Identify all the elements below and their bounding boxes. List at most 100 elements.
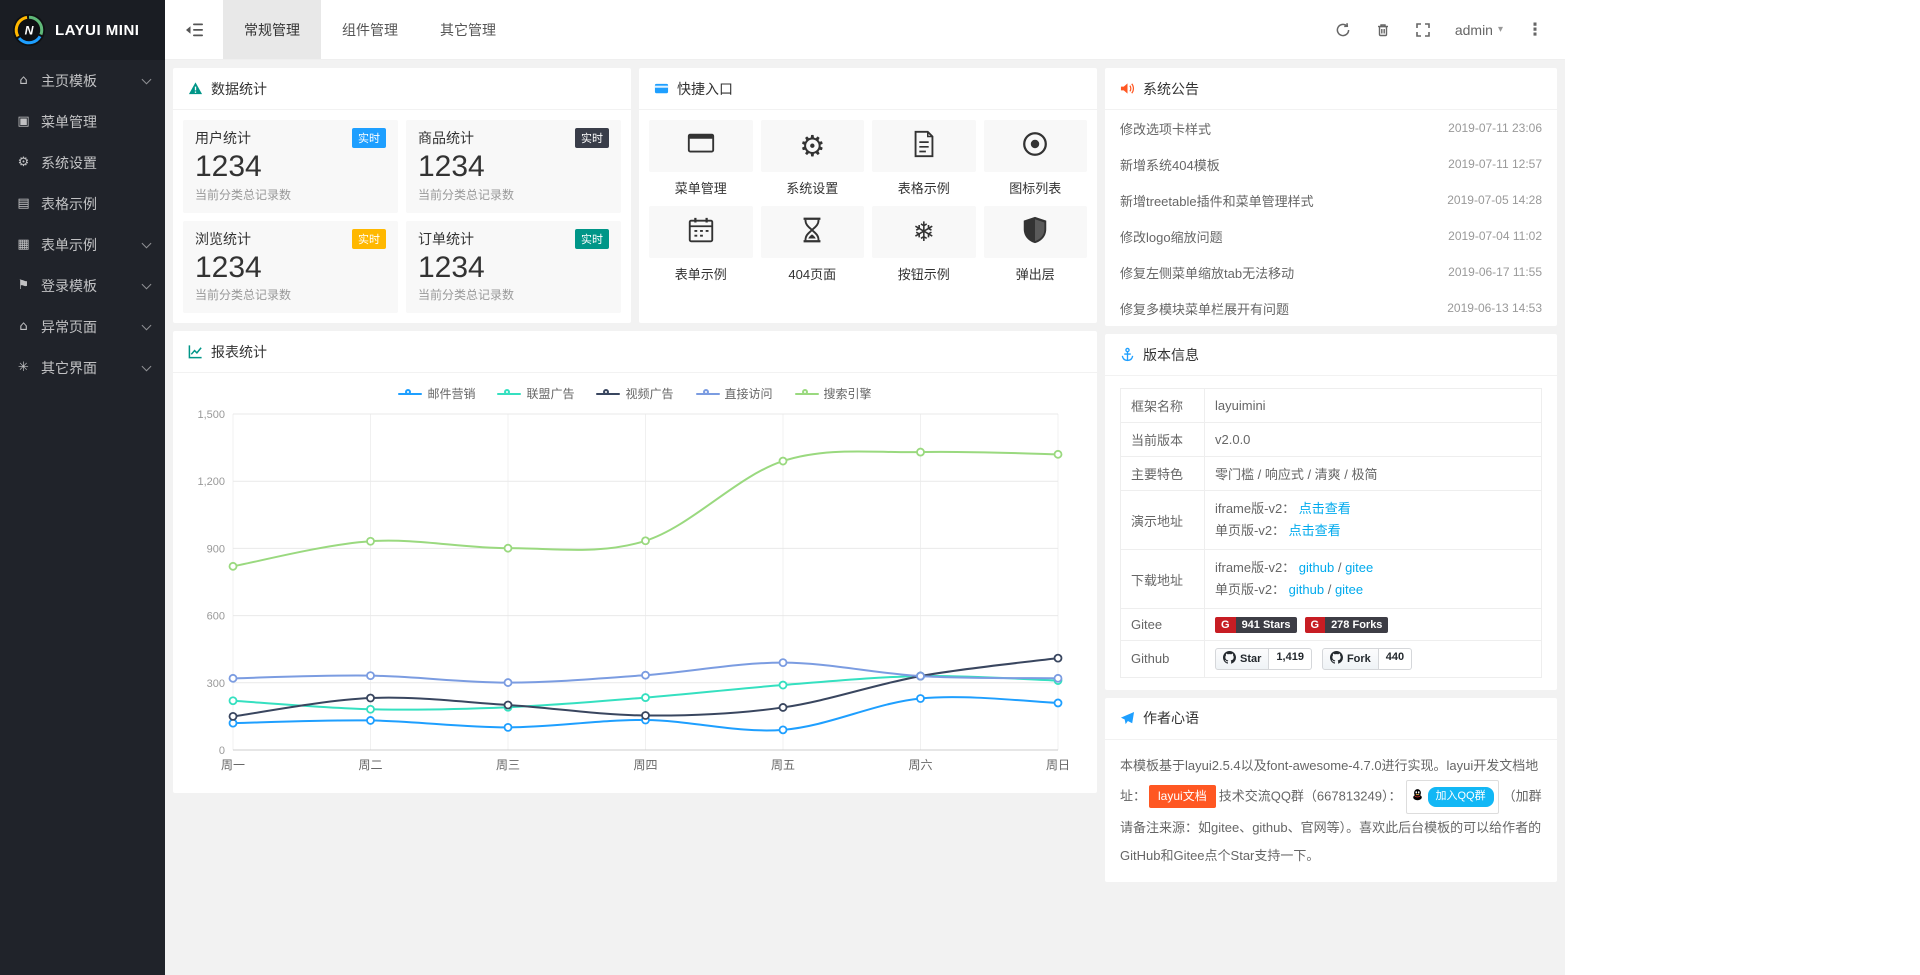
stat-panel: 商品统计实时1234当前分类总记录数: [406, 120, 621, 213]
legend-item[interactable]: 邮件营销: [398, 385, 475, 402]
content: 数据统计 用户统计实时1234当前分类总记录数商品统计实时1234当前分类总记录…: [165, 60, 1565, 975]
tab-other[interactable]: 其它管理: [419, 0, 517, 59]
version-link[interactable]: github: [1299, 560, 1334, 575]
notice-item[interactable]: 新增系统404模板2019-07-11 12:57: [1105, 146, 1557, 182]
clear-cache-button[interactable]: [1363, 0, 1403, 60]
notice-item[interactable]: 修复左侧菜单缩放tab无法移动2019-06-17 11:55: [1105, 254, 1557, 290]
version-line: 单页版-v2： 点击查看: [1215, 520, 1531, 542]
github-button-main: Star: [1215, 648, 1269, 670]
legend-item[interactable]: 搜索引擎: [795, 385, 872, 402]
github-fork-button[interactable]: Fork440: [1322, 648, 1412, 670]
chevron-down-icon: [142, 320, 152, 330]
chevron-down-icon: [142, 238, 152, 248]
sidebar-toggle-button[interactable]: [165, 0, 223, 59]
paper-plane-icon: [1120, 711, 1135, 726]
monitor-icon: [686, 129, 716, 164]
asterisk-icon: ✳: [15, 360, 32, 375]
sidebar-item-system-setting[interactable]: ⚙系统设置: [0, 142, 165, 183]
stats-grid: 用户统计实时1234当前分类总记录数商品统计实时1234当前分类总记录数浏览统计…: [173, 110, 631, 323]
sidebar-item-form-example[interactable]: ▦表单示例: [0, 224, 165, 265]
line-series-icon: [696, 389, 720, 399]
layui-docs-badge[interactable]: layui文档: [1149, 785, 1216, 808]
version-link[interactable]: 点击查看: [1289, 523, 1341, 538]
sidebar-item-table-example[interactable]: ▤表格示例: [0, 183, 165, 224]
error-page-icon: ⌂: [15, 319, 32, 334]
more-menu-button[interactable]: ⋮: [1515, 0, 1555, 60]
sidebar-item-home-template[interactable]: ⌂主页模板: [0, 60, 165, 101]
table-icon: ▤: [15, 196, 32, 211]
quick-entry-button-example[interactable]: ❄按钮示例: [872, 206, 976, 284]
version-row-label: 下载地址: [1121, 550, 1205, 609]
join-qq-group-badge[interactable]: 加入QQ群: [1406, 780, 1499, 814]
version-card: 版本信息 框架名称layuimini当前版本v2.0.0主要特色零门槛 / 响应…: [1105, 334, 1557, 690]
tab-regular[interactable]: 常规管理: [223, 0, 321, 59]
tab-component[interactable]: 组件管理: [321, 0, 419, 59]
form-icon: ▦: [15, 237, 32, 252]
notice-item[interactable]: 修改选项卡样式2019-07-11 23:06: [1105, 110, 1557, 146]
refresh-button[interactable]: [1323, 0, 1363, 60]
version-row-value: Star1,419 Fork440: [1205, 640, 1542, 677]
legend-item[interactable]: 视频广告: [596, 385, 673, 402]
sidebar-item-menu-manage[interactable]: ▣ 菜单管理: [0, 101, 165, 142]
version-row-label: Gitee: [1121, 609, 1205, 641]
notice-text: 修改logo缩放问题: [1120, 227, 1223, 246]
notice-item[interactable]: 修改logo缩放问题2019-07-04 11:02: [1105, 218, 1557, 254]
card-title: 数据统计: [211, 79, 267, 99]
version-row-value: v2.0.0: [1205, 423, 1542, 457]
quick-entry-label: 弹出层: [984, 264, 1088, 283]
author-card: 作者心语 本模板基于layui2.5.4以及font-awesome-4.7.0…: [1105, 698, 1557, 882]
svg-text:周日: 周日: [1046, 758, 1070, 772]
table-row: 当前版本v2.0.0: [1121, 423, 1542, 457]
status-badge: 实时: [352, 229, 386, 249]
quick-entry-popup-layer[interactable]: 弹出层: [984, 206, 1088, 284]
quick-entry-menu-manage[interactable]: 菜单管理: [649, 120, 753, 198]
notice-text: 新增系统404模板: [1120, 155, 1220, 174]
quick-entry-label: 图标列表: [984, 178, 1088, 197]
window-icon: ▣: [15, 114, 32, 129]
quick-entry-form-example[interactable]: 表单示例: [649, 206, 753, 284]
sidebar-item-error-page[interactable]: ⌂异常页面: [0, 306, 165, 347]
notice-text: 修复多模块菜单栏展开有问题: [1120, 299, 1289, 318]
svg-text:1,200: 1,200: [197, 476, 225, 488]
logo[interactable]: N LAYUI MINI: [0, 0, 165, 60]
notice-date: 2019-06-13 14:53: [1447, 301, 1542, 315]
chevron-down-icon: [142, 74, 152, 84]
fullscreen-button[interactable]: [1403, 0, 1443, 60]
card-title: 系统公告: [1143, 79, 1199, 99]
github-icon: [1223, 651, 1236, 667]
github-icon: [1330, 651, 1343, 667]
home-icon: ⌂: [15, 73, 32, 88]
svg-text:周六: 周六: [908, 758, 932, 772]
sidebar-item-label: 菜单管理: [41, 112, 97, 132]
version-link[interactable]: gitee: [1335, 582, 1363, 597]
legend-item[interactable]: 联盟广告: [497, 385, 574, 402]
user-menu[interactable]: admin ▾: [1443, 22, 1515, 38]
sidebar-item-other-ui[interactable]: ✳其它界面: [0, 347, 165, 388]
sidebar-item-label: 系统设置: [41, 153, 97, 173]
stat-panel: 浏览统计实时1234当前分类总记录数: [183, 221, 398, 314]
version-row-label: 主要特色: [1121, 457, 1205, 491]
github-star-button[interactable]: Star1,419: [1215, 648, 1312, 670]
report-card-header: 报表统计: [173, 331, 1097, 373]
notice-item[interactable]: 新增treetable插件和菜单管理样式2019-07-05 14:28: [1105, 182, 1557, 218]
stat-desc: 当前分类总记录数: [195, 286, 386, 303]
legend-item[interactable]: 直接访问: [696, 385, 773, 402]
version-row-value: iframe版-v2： github / gitee单页版-v2： github…: [1205, 550, 1542, 609]
version-link[interactable]: github: [1289, 582, 1324, 597]
card-title: 报表统计: [211, 342, 267, 362]
quick-entry-page-404[interactable]: 404页面: [761, 206, 865, 284]
gitee-badge[interactable]: G278 Forks: [1305, 617, 1389, 633]
legend-label: 搜索引擎: [824, 385, 872, 402]
notice-item[interactable]: 修复多模块菜单栏展开有问题 2019-06-13 14:53: [1105, 290, 1557, 326]
version-link[interactable]: 点击查看: [1299, 501, 1351, 516]
quick-entry-table-example[interactable]: 表格示例: [872, 120, 976, 198]
version-link[interactable]: gitee: [1345, 560, 1373, 575]
table-row: GithubStar1,419Fork440: [1121, 640, 1542, 677]
version-row-value: layuimini: [1205, 389, 1542, 423]
file-text-icon: [909, 129, 939, 164]
table-row: 主要特色零门槛 / 响应式 / 清爽 / 极简: [1121, 457, 1542, 491]
sidebar-item-login-template[interactable]: ⚑登录模板: [0, 265, 165, 306]
quick-entry-system-setting[interactable]: ⚙系统设置: [761, 120, 865, 198]
gitee-badge[interactable]: G941 Stars: [1215, 617, 1297, 633]
quick-entry-icon-list[interactable]: 图标列表: [984, 120, 1088, 198]
